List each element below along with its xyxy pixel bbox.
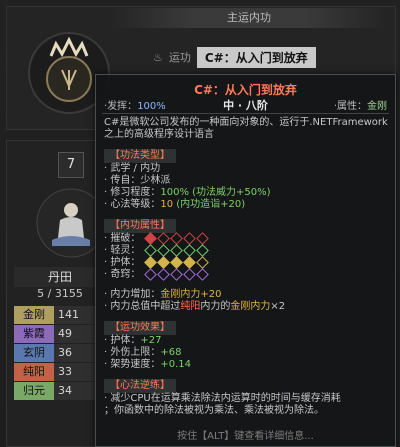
neili-conversion-jingang: 金刚内力	[230, 301, 271, 312]
tooltip-body: C#是微软公司发布的一种面向对象的、运行于.NETFramework之上的高级程…	[104, 117, 390, 417]
diamond-icon	[169, 267, 183, 281]
dantian-label: 丹田	[14, 267, 106, 287]
attr-label: · 轻灵：	[104, 245, 141, 256]
mastery-bonus: (功法威力+50%)	[188, 187, 271, 198]
diamond-icon	[182, 267, 196, 281]
diamond-icon	[195, 231, 209, 245]
effect-value: +27	[140, 335, 162, 346]
effect-value: +0.14	[160, 359, 192, 370]
stat-row-zixia: 紫霞 49	[14, 325, 106, 343]
effect-label: · 架势速度：	[104, 359, 161, 370]
neili-increase-label: · 内力增加：	[104, 289, 161, 300]
diamond-icon	[195, 255, 209, 269]
diamond-icon	[195, 243, 209, 257]
stat-name: 归元	[14, 382, 54, 400]
section-header-attributes: 【内功属性】	[104, 219, 176, 233]
stat-row-xuanyin: 玄阴 36	[14, 344, 106, 362]
origin-line: · 传自：少林派	[104, 175, 171, 186]
tooltip-title: C#：从入门到放弃	[194, 83, 297, 97]
stat-row-guiyuan: 归元 34	[14, 382, 106, 400]
heart-level-line: · 心法等级：10 (内功造诣+20)	[104, 199, 390, 211]
section-header-effects: 【运功效果】	[104, 321, 176, 335]
effect-waishang: · 外伤上限：+68	[104, 347, 390, 359]
attr-label: · 奇窍：	[104, 269, 141, 280]
diamond-icon	[156, 231, 170, 245]
stat-name: 金刚	[14, 306, 54, 324]
level-badge: 7	[58, 152, 84, 178]
heart-level-value: 10	[160, 199, 174, 210]
attribute-value: 金刚	[367, 101, 387, 112]
panel-title: 主运内功	[110, 8, 388, 28]
neili-conversion-mid: 内力的	[200, 301, 231, 312]
section-header-type: 【功法类型】	[104, 149, 176, 163]
stat-name: 紫霞	[14, 325, 54, 343]
neili-conversion-suffix: ×2	[270, 301, 286, 312]
diamond-icon	[195, 267, 209, 281]
heart-level-label: · 心法等级：	[104, 199, 161, 210]
diamond-icon	[156, 255, 170, 269]
diamond-icon	[182, 243, 196, 257]
description: C#是微软公司发布的一种面向对象的、运行于.NETFramework之上的高级程…	[104, 117, 388, 140]
active-skill-row: ♨ 运功 C#：从入门到放弃	[153, 46, 316, 68]
skill-tooltip: C#：从入门到放弃 ·发挥：100% 中 · 八阶 ·属性：金刚 C#是微软公司…	[95, 74, 396, 447]
stat-name: 玄阴	[14, 344, 54, 362]
diamond-icon	[143, 267, 157, 281]
type-line: · 武学 / 内功	[104, 163, 161, 174]
effect-value: +68	[160, 347, 182, 358]
attr-label: · 护体：	[104, 257, 141, 268]
diamond-icon	[169, 243, 183, 257]
effect-label: · 护体：	[104, 335, 141, 346]
diamond-icon	[156, 267, 170, 281]
effect-jiashi: · 架势速度：+0.14	[104, 359, 390, 371]
active-skill-tag[interactable]: C#：从入门到放弃	[196, 46, 316, 68]
attr-row-huti: · 护体：	[104, 255, 390, 269]
diamond-icon	[143, 243, 157, 257]
neili-conversion-prefix: · 内力总值中超过	[104, 301, 181, 312]
mastery-label: · 修习程度：	[104, 187, 161, 198]
heart-level-bonus: (内功造诣+20)	[173, 199, 246, 210]
divider	[102, 113, 389, 114]
attr-label: · 摧破：	[104, 233, 141, 244]
attribute-label: ·属性：	[333, 101, 367, 112]
attr-row-qingling: · 轻灵：	[104, 243, 390, 257]
diamond-icon	[169, 231, 183, 245]
tooltip-footer-hint: 按住【ALT】键查看详细信息...	[177, 431, 314, 442]
neili-conversion-line: · 内力总值中超过纯阳内力的金刚内力×2	[104, 301, 390, 313]
dantian-value: 5 / 3155	[37, 287, 83, 300]
mastery-value: 100%	[160, 187, 189, 198]
diamond-icon	[143, 255, 157, 269]
neili-increase-line: · 内力增加：金刚内力+20	[104, 289, 390, 301]
neili-increase-value: 金刚内力+20	[160, 289, 222, 300]
seal-icon: ♨	[153, 50, 163, 64]
stat-name: 纯阳	[14, 363, 54, 381]
section-header-reverse: 【心法逆练】	[104, 379, 176, 393]
diamond-icon	[156, 243, 170, 257]
diamond-icon	[143, 231, 157, 245]
effect-label: · 外伤上限：	[104, 347, 161, 358]
effect-huti: · 护体：+27	[104, 335, 390, 347]
stat-row-jingang: 金刚 141	[14, 306, 106, 324]
mastery-line: · 修习程度：100% (功法威力+50%)	[104, 187, 390, 199]
neili-conversion-chunyang: 纯阳	[180, 301, 201, 312]
attr-row-cuipo: · 摧破：	[104, 231, 390, 245]
diamond-icon	[182, 231, 196, 245]
attr-row-qiqiao: · 奇窍：	[104, 267, 390, 281]
stat-row-chunyang: 纯阳 33	[14, 363, 106, 381]
active-skill-label: 运功	[168, 51, 191, 64]
diamond-icon	[182, 255, 196, 269]
diamond-icon	[169, 255, 183, 269]
reverse-line-1: · 减少CPU在运算乘法除法内运算时的时间与缓存消耗	[104, 393, 341, 404]
tooltip-attribute: ·属性：金刚	[334, 97, 387, 112]
reverse-line-2: ；你函数中的除法被视为乘法、乘法被视为除法。	[104, 405, 324, 416]
